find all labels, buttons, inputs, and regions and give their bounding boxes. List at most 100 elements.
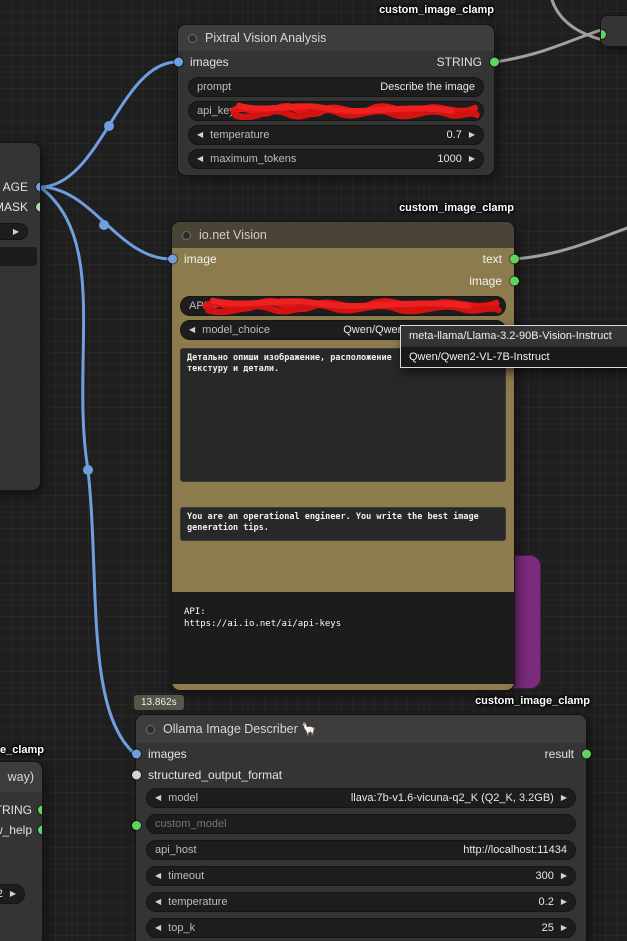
string-output-dot[interactable]: [490, 58, 499, 67]
widget-value: 25: [542, 922, 554, 934]
increment-arrow-icon[interactable]: ▶: [469, 131, 475, 139]
dropdown-item[interactable]: Qwen/Qwen2-VL-7B-Instruct: [401, 346, 627, 367]
execution-time-badge: 13.862s: [134, 695, 184, 710]
widget-value: 300: [535, 870, 553, 882]
maximum-tokens-widget[interactable]: ◀ maximum_tokens 1000 ▶: [188, 149, 484, 169]
slot-row: images result: [136, 743, 586, 765]
image-output-dot[interactable]: [510, 277, 519, 286]
image-input-dot[interactable]: [168, 255, 177, 264]
timeout-widget[interactable]: ◀ timeout 300 ▶: [146, 866, 576, 886]
temperature-widget[interactable]: ◀ temperature 0.7 ▶: [188, 125, 484, 145]
model-choice-dropdown[interactable]: meta-llama/Llama-3.2-90B-Vision-Instruct…: [400, 325, 627, 368]
output-row-image: AGE: [0, 177, 40, 197]
node-graph-canvas[interactable]: custom_image_clamp custom_image_clamp cu…: [0, 0, 627, 941]
api-key-widget[interactable]: api_key: [188, 101, 484, 121]
node-ionet-vision[interactable]: io.net Vision image text image API io-v2…: [172, 222, 514, 690]
link-midpoint-dot[interactable]: [99, 220, 109, 230]
redacted-value: [235, 102, 475, 120]
previous-arrow-icon[interactable]: ◀: [155, 794, 161, 802]
dropdown-item[interactable]: meta-llama/Llama-3.2-90B-Vision-Instruct: [401, 326, 627, 346]
custom-model-input-dot[interactable]: [132, 821, 141, 830]
input-label-structured: structured_output_format: [148, 768, 282, 782]
widget-value: llava:7b-v1.6-vicuna-q2_K (Q2_K, 3.2GB): [351, 792, 554, 804]
structured-output-format-input-dot[interactable]: [132, 771, 141, 780]
mask-output-dot[interactable]: [36, 203, 41, 212]
node-header[interactable]: way): [0, 762, 42, 792]
images-input-dot[interactable]: [132, 750, 141, 759]
node-header[interactable]: Pixtral Vision Analysis: [178, 25, 494, 51]
decrement-arrow-icon[interactable]: ◀: [155, 872, 161, 880]
decrement-arrow-icon[interactable]: ◀: [155, 898, 161, 906]
collapse-dot-icon[interactable]: [146, 725, 155, 734]
partial-node-top-right[interactable]: [601, 16, 627, 46]
red-scribble-redaction: [229, 101, 481, 121]
output-row-mask: MASK: [0, 197, 40, 217]
node-header[interactable]: Ollama Image Describer 🦙: [136, 715, 586, 743]
increment-arrow-icon[interactable]: ▶: [469, 155, 475, 163]
collapse-dot-icon[interactable]: [188, 34, 197, 43]
model-widget[interactable]: ◀ model llava:7b-v1.6-vicuna-q2_K (Q2_K,…: [146, 788, 576, 808]
increment-arrow-icon[interactable]: ▶: [13, 228, 19, 236]
output-label-image: image: [469, 274, 502, 288]
node-label-ionet: custom_image_clamp: [350, 202, 514, 214]
slot-row: structured_output_format: [136, 765, 586, 785]
api-widget[interactable]: API io-v2-ey: [180, 296, 506, 316]
partial-node-left-top[interactable]: AGE MASK ▶: [0, 143, 40, 490]
output-label-result: result: [545, 747, 574, 761]
string-output-dot[interactable]: [38, 806, 43, 815]
prompt-textarea[interactable]: Детально опиши изображение, расположение…: [180, 348, 506, 482]
slot-row: image: [172, 270, 514, 292]
input-slot-dot[interactable]: [601, 30, 606, 39]
increment-arrow-icon[interactable]: ▶: [561, 872, 567, 880]
increment-arrow-icon[interactable]: ▶: [561, 924, 567, 932]
partial-text-widget[interactable]: [0, 247, 37, 266]
widget-label: model: [168, 792, 198, 804]
link-midpoint-dot[interactable]: [104, 121, 114, 131]
slot-row: images STRING: [178, 51, 494, 73]
input-label-images: images: [148, 747, 187, 761]
node-label-ollama: custom_image_clamp: [426, 695, 590, 707]
top-k-widget[interactable]: ◀ top_k 25 ▶: [146, 918, 576, 938]
red-scribble-redaction: [201, 296, 503, 316]
text-output-dot[interactable]: [510, 255, 519, 264]
node-title: Pixtral Vision Analysis: [205, 31, 326, 45]
widget-label: custom_model: [155, 818, 227, 830]
input-label-image: image: [184, 252, 217, 266]
api-host-widget[interactable]: api_host http://localhost:11434: [146, 840, 576, 860]
partial-number-widget[interactable]: 2 ▶: [0, 884, 25, 904]
system-prompt-textarea[interactable]: You are an operational engineer. You wri…: [180, 507, 506, 541]
node-title: io.net Vision: [199, 228, 267, 242]
images-input-dot[interactable]: [174, 58, 183, 67]
widget-label: temperature: [210, 129, 269, 141]
collapse-dot-icon[interactable]: [182, 231, 191, 240]
help-output-dot[interactable]: [38, 826, 43, 835]
prompt-widget[interactable]: prompt Describe the image: [188, 77, 484, 97]
output-label-mask: MASK: [0, 200, 28, 214]
output-label-text: text: [483, 252, 502, 266]
widget-value: http://localhost:11434: [463, 844, 567, 856]
widget-label: prompt: [197, 81, 231, 93]
decrement-arrow-icon[interactable]: ◀: [155, 924, 161, 932]
decrement-arrow-icon[interactable]: ◀: [197, 131, 203, 139]
increment-arrow-icon[interactable]: ▶: [10, 890, 16, 898]
api-note-panel[interactable]: API: https://ai.io.net/ai/api-keys: [172, 592, 514, 684]
widget-value: 0.2: [539, 896, 554, 908]
temperature-widget[interactable]: ◀ temperature 0.2 ▶: [146, 892, 576, 912]
result-output-dot[interactable]: [582, 750, 591, 759]
image-output-dot[interactable]: [36, 183, 41, 192]
decrement-arrow-icon[interactable]: ◀: [197, 155, 203, 163]
widget-label: api_host: [155, 844, 197, 856]
node-header[interactable]: io.net Vision: [172, 222, 514, 248]
previous-arrow-icon[interactable]: ◀: [189, 326, 195, 334]
increment-arrow-icon[interactable]: ▶: [561, 898, 567, 906]
node-ollama-image-describer[interactable]: Ollama Image Describer 🦙 images result s…: [136, 715, 586, 941]
wire-text-out: [514, 228, 627, 259]
link-midpoint-dot[interactable]: [83, 465, 93, 475]
output-row-string: TRING: [0, 800, 42, 820]
custom-model-widget[interactable]: custom_model: [146, 814, 576, 834]
next-arrow-icon[interactable]: ▶: [561, 794, 567, 802]
node-pixtral-vision-analysis[interactable]: Pixtral Vision Analysis images STRING pr…: [178, 25, 494, 175]
partial-widget[interactable]: ▶: [0, 223, 28, 240]
partial-node-left-bottom[interactable]: way) TRING w_help 2 ▶: [0, 762, 42, 941]
node-title: Ollama Image Describer 🦙: [163, 722, 317, 737]
